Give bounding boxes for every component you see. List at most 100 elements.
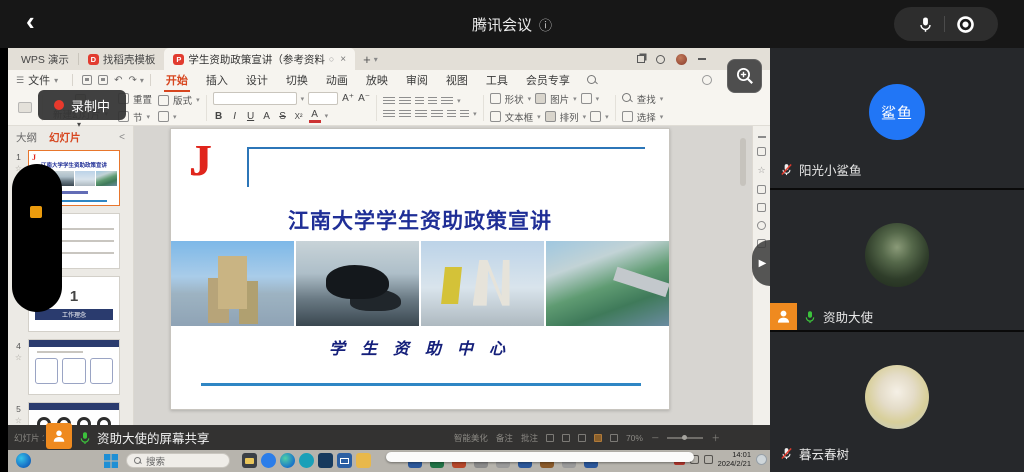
participant-tile-2[interactable]: 资助大使	[770, 190, 1024, 330]
panel-collapse-icon[interactable]: <	[119, 132, 125, 143]
undo-icon[interactable]: ↶	[114, 75, 122, 86]
menu-home[interactable]: 开始	[166, 72, 188, 88]
tab-document[interactable]: P 学生资助政策宣讲（参考资料 ○ ×	[164, 48, 355, 70]
new-tab-button[interactable]: +	[363, 52, 371, 67]
participant-tile-1[interactable]: 鲨鱼 阳光小鲨鱼	[770, 48, 1024, 188]
rail-image-icon[interactable]	[757, 203, 766, 212]
tab-slides[interactable]: 幻灯片	[49, 130, 81, 145]
shape-button[interactable]: 形状 ▾	[490, 92, 532, 106]
tab-close-icon[interactable]: ×	[340, 54, 346, 65]
play-slideshow-icon[interactable]	[594, 434, 602, 442]
select-button[interactable]: 选择 ▾	[622, 110, 664, 124]
superscript-button[interactable]: X²	[293, 112, 305, 121]
menu-view[interactable]: 视图	[446, 72, 468, 88]
window-restore-icon[interactable]	[637, 55, 645, 63]
thumb-slide-4[interactable]	[28, 339, 120, 395]
taskbar-search[interactable]: 搜索	[126, 453, 230, 468]
search-icon[interactable]	[587, 75, 597, 85]
find-button[interactable]: 查找 ▾	[622, 92, 664, 106]
mail-icon[interactable]	[337, 453, 352, 468]
menu-tools[interactable]: 工具	[486, 72, 508, 88]
menu-transition[interactable]: 切换	[286, 72, 308, 88]
arrange-button[interactable]: 排列 ▾	[545, 110, 587, 124]
icon-library-icon[interactable]	[581, 93, 592, 104]
folder-icon[interactable]	[356, 453, 371, 468]
quick-caret-icon[interactable]: ▾	[140, 76, 144, 85]
record-button[interactable]	[955, 14, 976, 35]
comments-button[interactable]: 批注	[521, 432, 538, 444]
font-color-button[interactable]: A	[309, 109, 321, 123]
notes-button[interactable]: 备注	[496, 432, 513, 444]
paste-button[interactable]	[14, 102, 36, 113]
italic-button[interactable]: I	[229, 111, 241, 122]
thumbnail-item-5[interactable]: 5 ☆	[12, 402, 133, 425]
participant-tile-3[interactable]: 暮云春树	[770, 332, 1024, 472]
beautify-button[interactable]: 智能美化	[454, 432, 488, 444]
redo-icon[interactable]: ↷	[128, 75, 136, 86]
picture-button[interactable]: 图片 ▾	[535, 92, 577, 106]
edge-icon[interactable]	[280, 453, 295, 468]
book-icon[interactable]	[158, 111, 169, 122]
outdent-icon[interactable]	[415, 97, 424, 106]
zoom-in-button[interactable]: ＋	[711, 432, 720, 444]
menu-member[interactable]: 会员专享	[526, 72, 570, 88]
shrink-font-button[interactable]: A⁻	[358, 93, 370, 104]
account-avatar[interactable]	[676, 54, 687, 65]
grow-font-button[interactable]: A⁺	[342, 93, 354, 104]
tab-docer[interactable]: D 找稻壳模板	[79, 48, 165, 70]
menu-design[interactable]: 设计	[246, 72, 268, 88]
view-read-icon[interactable]	[578, 434, 586, 442]
numbering-icon[interactable]	[399, 97, 411, 106]
start-button[interactable]	[104, 454, 118, 468]
rail-props-icon[interactable]	[757, 147, 766, 156]
columns-icon[interactable]	[447, 110, 456, 119]
back-button[interactable]: ‹	[26, 6, 35, 37]
save-icon[interactable]	[82, 75, 92, 85]
justify-icon[interactable]	[431, 110, 443, 119]
star-icon[interactable]: ☆	[15, 416, 22, 425]
align-left-icon[interactable]	[383, 110, 395, 119]
align-right-icon[interactable]	[415, 110, 427, 119]
menu-review[interactable]: 审阅	[406, 72, 428, 88]
font-size-select[interactable]	[308, 92, 338, 105]
char-style-button[interactable]: A	[261, 111, 273, 122]
font-family-select[interactable]	[213, 92, 297, 105]
fullscreen-icon[interactable]	[610, 434, 618, 442]
merge-shapes-icon[interactable]	[590, 111, 601, 122]
window-minimize-icon[interactable]	[698, 58, 706, 60]
menu-slideshow[interactable]: 放映	[366, 72, 388, 88]
collab-icon[interactable]	[702, 75, 712, 85]
weather-icon[interactable]	[756, 454, 767, 465]
bullets-icon[interactable]	[383, 97, 395, 106]
star-icon[interactable]: ☆	[15, 353, 22, 362]
file-menu[interactable]: ☰ 文件 ▾	[16, 72, 66, 88]
bold-button[interactable]: B	[213, 111, 225, 122]
menu-animation[interactable]: 动画	[326, 72, 348, 88]
thumb-slide-5[interactable]	[28, 402, 120, 425]
tab-wps-home[interactable]: WPS 演示	[12, 48, 78, 70]
tab-outline[interactable]: 大纲	[16, 130, 37, 145]
tencent-meeting-icon[interactable]	[261, 453, 276, 468]
magnifier-button[interactable]	[727, 59, 762, 93]
layout-button[interactable]: 版式 ▾	[158, 93, 200, 107]
rail-star-icon[interactable]: ☆	[757, 165, 765, 176]
underline-button[interactable]: U	[245, 111, 257, 122]
zoom-out-button[interactable]: －	[651, 432, 660, 444]
taskbar-clock[interactable]: 14:01 2024/2/21	[718, 451, 751, 468]
align-center-icon[interactable]	[399, 110, 411, 119]
recording-caret-icon[interactable]: ▾	[77, 120, 81, 129]
rail-help-icon[interactable]	[757, 221, 766, 230]
info-icon[interactable]: ⓘ	[539, 15, 552, 34]
view-sorter-icon[interactable]	[562, 434, 570, 442]
file-explorer-icon[interactable]	[242, 453, 257, 468]
menu-insert[interactable]: 插入	[206, 72, 228, 88]
theme-icon[interactable]	[656, 55, 665, 64]
line-spacing-icon[interactable]	[441, 97, 453, 106]
microphone-button[interactable]	[917, 16, 934, 33]
view-normal-icon[interactable]	[546, 434, 554, 442]
print-icon[interactable]	[98, 75, 108, 85]
text-direction-icon[interactable]	[460, 110, 469, 119]
store-icon[interactable]	[318, 453, 333, 468]
rail-shape-icon[interactable]	[757, 185, 766, 194]
current-slide[interactable]: J 江南大学学生资助政策宣讲 学 生 资 助 中 心	[170, 128, 670, 410]
